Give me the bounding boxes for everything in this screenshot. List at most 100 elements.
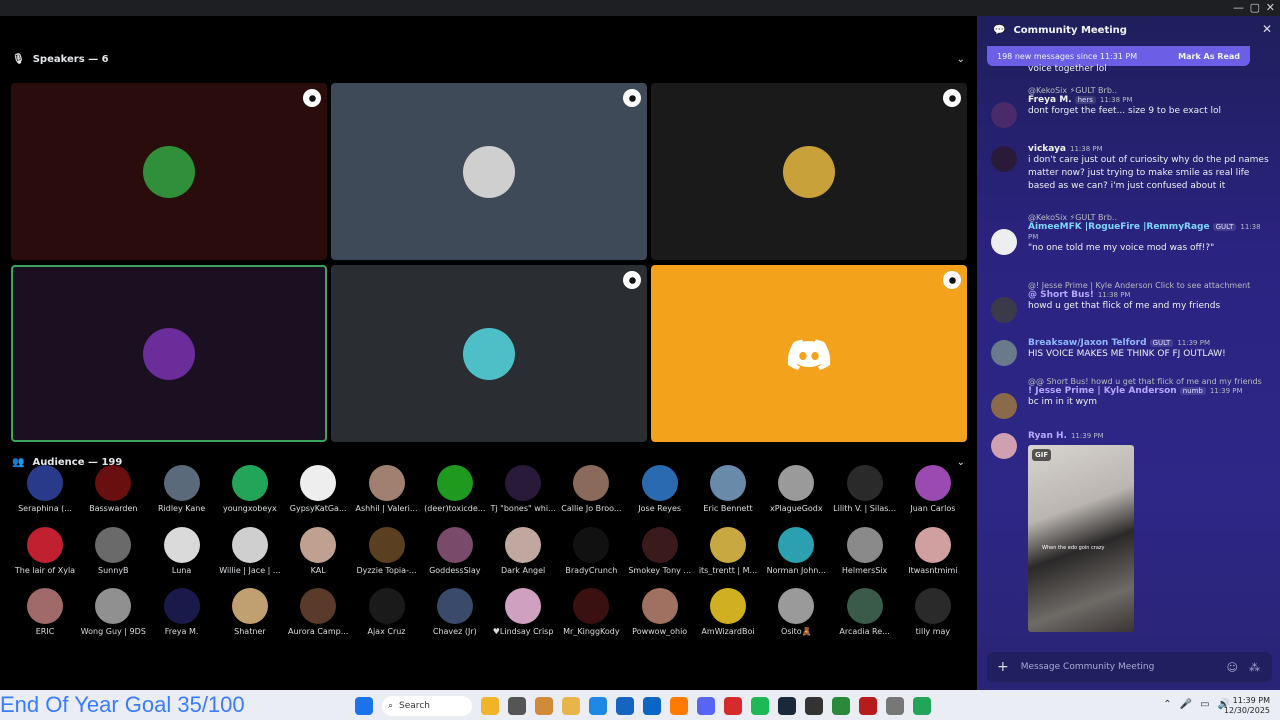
message-input[interactable]: + Message Community Meeting ☺ ⁂ <box>987 652 1272 682</box>
audience-member[interactable]: Norman John... <box>762 526 830 575</box>
avatar[interactable] <box>991 433 1017 459</box>
taskbar-app-icon[interactable] <box>481 697 499 715</box>
message-author[interactable]: Breaksaw/Jaxon Telford <box>1028 338 1147 348</box>
minimize-button[interactable]: — <box>1233 1 1244 14</box>
maximize-button[interactable]: ▢ <box>1250 1 1260 14</box>
audience-member[interactable]: its_trentt | M... <box>694 526 762 575</box>
audience-member[interactable]: Osito🧸 <box>762 588 830 636</box>
taskbar-app-icon[interactable] <box>751 697 769 715</box>
audience-member[interactable]: Eric Bennett <box>694 465 762 513</box>
audience-member[interactable]: xPlagueGodx <box>762 465 830 513</box>
emoji-icon[interactable]: ☺ <box>1227 661 1238 674</box>
audience-member[interactable]: Dyzzie Topia-... <box>353 526 421 575</box>
audience-member[interactable]: Itwasntmimi <box>899 526 967 575</box>
taskbar-app-icon[interactable] <box>562 697 580 715</box>
audience-member[interactable]: SunnyB <box>79 526 147 575</box>
chat-message[interactable]: Ryan H. 11:39 PM <box>987 431 1272 459</box>
close-window-button[interactable]: ✕ <box>1266 1 1275 14</box>
taskbar-app-icon[interactable] <box>913 697 931 715</box>
pin-icon[interactable] <box>623 89 641 107</box>
avatar[interactable] <box>991 102 1017 128</box>
taskbar-app-icon[interactable] <box>886 697 904 715</box>
audience-member[interactable]: Smokey Tony ... <box>626 526 694 575</box>
audience-member[interactable]: (deer)toxicde... <box>421 465 489 513</box>
audience-member[interactable]: Mr_KinggKody <box>557 588 625 636</box>
audience-member[interactable]: Luna <box>148 526 216 575</box>
chat-message[interactable]: vickaya 11:38 PM i don't care just out of … <box>987 144 1272 193</box>
audience-member[interactable]: Freya M. <box>148 588 216 636</box>
speaker-tile[interactable] <box>331 83 647 260</box>
close-icon[interactable]: ✕ <box>1262 22 1272 36</box>
chat-message[interactable]: Breaksaw/Jaxon Telford GULT 11:39 PM HIS VO… <box>987 338 1272 366</box>
audience-member[interactable]: Chavez (Jr) <box>421 588 489 636</box>
mark-read-button[interactable]: Mark As Read <box>1178 52 1240 61</box>
chat-message[interactable]: @@ Short Bus! howd u get that flick of m… <box>987 377 1272 419</box>
audience-member[interactable]: Tj "bones" whi... <box>489 465 557 513</box>
message-author[interactable]: vickaya <box>1028 144 1066 154</box>
reply-preview[interactable]: @! Jesse Prime | Kyle Anderson Click to … <box>1028 281 1272 290</box>
network-icon[interactable]: ▭ <box>1200 699 1209 710</box>
pin-icon[interactable] <box>943 89 961 107</box>
audience-member[interactable]: Ajax Cruz <box>353 588 421 636</box>
audience-member[interactable]: GypsyKatGa... <box>284 465 352 513</box>
audience-member[interactable]: Powwow_ohio <box>626 588 694 636</box>
taskbar-app-icon[interactable] <box>508 697 526 715</box>
audience-member[interactable]: Dark Angel <box>489 526 557 575</box>
speaker-tile[interactable] <box>11 265 327 442</box>
message-author[interactable]: @ Short Bus! <box>1028 290 1094 300</box>
taskbar-app-icon[interactable] <box>832 697 850 715</box>
audience-member[interactable]: Ashhil | Valeri... <box>353 465 421 513</box>
audience-member[interactable]: Willie | Jace | ... <box>216 526 284 575</box>
audience-member[interactable]: Juan Carlos <box>899 465 967 513</box>
audience-member[interactable]: Jose Reyes <box>626 465 694 513</box>
audience-member[interactable]: BradyCrunch <box>557 526 625 575</box>
pin-icon[interactable] <box>303 89 321 107</box>
chat-message[interactable]: @! Jesse Prime | Kyle Anderson Click to … <box>987 281 1272 323</box>
avatar[interactable] <box>991 393 1017 419</box>
audience-member[interactable]: Basswarden <box>79 465 147 513</box>
audience-member[interactable]: ERIC <box>11 588 79 636</box>
reply-preview[interactable]: @@ Short Bus! howd u get that flick of m… <box>1028 377 1272 386</box>
audience-member[interactable]: tilly may <box>899 588 967 636</box>
taskbar-app-icon[interactable] <box>724 697 742 715</box>
taskbar-search[interactable]: ⌕ Search <box>382 696 472 716</box>
reply-preview[interactable]: @KekoSix ⚡GULT Brb.. <box>1028 86 1272 95</box>
avatar[interactable] <box>991 229 1017 255</box>
message-author[interactable]: Ryan H. <box>1028 431 1067 441</box>
audience-member[interactable]: KAL <box>284 526 352 575</box>
speaker-tile[interactable] <box>651 265 967 442</box>
audience-member[interactable]: AmWizardBoi <box>694 588 762 636</box>
audience-member[interactable]: HelmersSix <box>831 526 899 575</box>
taskbar-app-icon[interactable] <box>805 697 823 715</box>
audience-member[interactable]: Shatner <box>216 588 284 636</box>
audience-member[interactable]: Callie Jo Broo... <box>557 465 625 513</box>
taskbar-app-icon[interactable] <box>778 697 796 715</box>
message-author[interactable]: Freya M. <box>1028 95 1072 105</box>
speakers-header[interactable]: 🎙 Speakers — 6 <box>12 54 109 65</box>
taskbar-app-icon[interactable] <box>589 697 607 715</box>
avatar[interactable] <box>991 146 1017 172</box>
audience-member[interactable]: Seraphina (... <box>11 465 79 513</box>
message-author[interactable]: ! Jesse Prime | Kyle Anderson <box>1028 386 1177 396</box>
message-author[interactable]: AimeeMFK |RogueFire |RemmyRage <box>1028 222 1210 232</box>
add-icon[interactable]: + <box>997 659 1009 675</box>
taskbar-app-icon[interactable] <box>670 697 688 715</box>
chat-message[interactable]: @KekoSix ⚡GULT Brb.. Freya M. hers 11:38 PM… <box>987 86 1272 128</box>
windows-start-icon[interactable] <box>355 697 373 715</box>
gif-attachment[interactable]: GIF When the edo goin crazy <box>1028 445 1134 632</box>
audience-member[interactable]: ♥Lindsay Crisp <box>489 588 557 636</box>
pin-icon[interactable] <box>623 271 641 289</box>
taskbar-app-icon[interactable] <box>535 697 553 715</box>
audience-member[interactable]: The lair of Xyla <box>11 526 79 575</box>
audience-member[interactable]: Wong Guy | 9DS <box>79 588 147 636</box>
clock[interactable]: 11:39 PM 12/30/2025 <box>1224 696 1270 716</box>
chat-message[interactable]: @KekoSix ⚡GULT Brb.. AimeeMFK |RogueFire … <box>987 213 1272 255</box>
chevron-up-icon[interactable]: ⌃ <box>1163 699 1171 710</box>
avatar[interactable] <box>991 297 1017 323</box>
audience-member[interactable]: GoddessSlay <box>421 526 489 575</box>
chevron-down-icon[interactable]: ⌄ <box>957 54 965 65</box>
taskbar-app-icon[interactable] <box>697 697 715 715</box>
reply-preview[interactable]: @KekoSix ⚡GULT Brb.. <box>1028 213 1272 222</box>
taskbar-app-icon[interactable] <box>859 697 877 715</box>
taskbar-app-icon[interactable] <box>643 697 661 715</box>
